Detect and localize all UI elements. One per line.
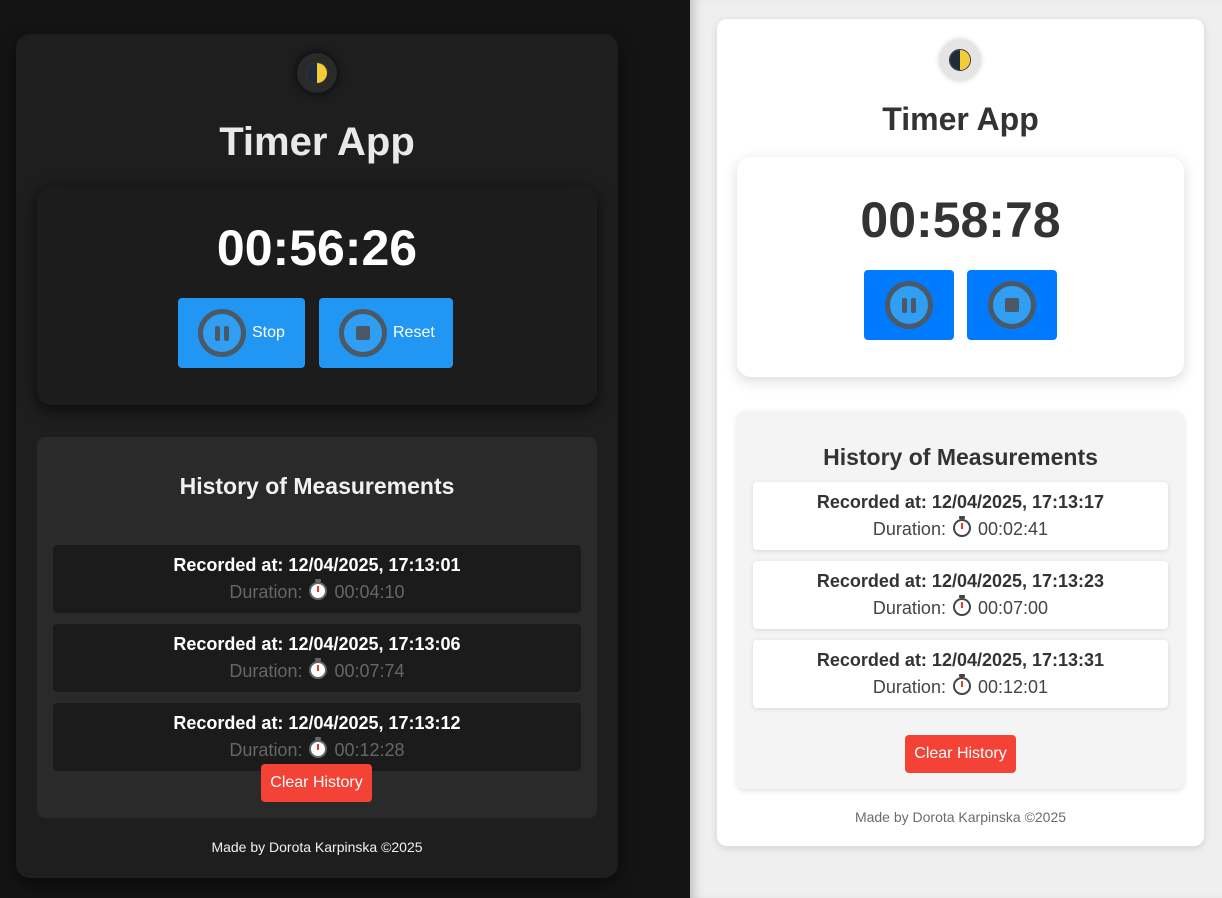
stopwatch-icon — [309, 579, 328, 600]
history-title: History of Measurements — [179, 473, 455, 499]
history-title: History of Measurements — [823, 444, 1098, 470]
moon-half-icon — [306, 62, 328, 84]
recorded-at: Recorded at: 12/04/2025, 17:13:01 — [173, 555, 461, 575]
light-theme-preview: Timer App 00:58:78 History of Measuremen… — [690, 0, 1222, 898]
stopwatch-icon — [952, 674, 971, 695]
footer-credit: Made by Dorota Karpinska ©2025 — [211, 839, 423, 855]
stop-square-icon — [339, 309, 387, 357]
history-entry: Recorded at: 12/04/2025, 17:13:06 Durati… — [53, 624, 581, 692]
theme-toggle-button[interactable] — [940, 40, 980, 80]
pause-button[interactable] — [864, 270, 954, 340]
app-card-dark: Timer App 00:56:26 Stop Reset History of… — [16, 34, 618, 878]
stopwatch-icon — [309, 658, 328, 679]
history-panel: History of Measurements Recorded at: 12/… — [737, 411, 1184, 789]
duration: Duration: 00:07:74 — [229, 658, 405, 681]
duration: Duration: 00:04:10 — [229, 579, 405, 602]
history-entry: Recorded at: 12/04/2025, 17:13:17 Durati… — [753, 482, 1168, 550]
app-title: Timer App — [882, 101, 1039, 137]
history-entry: Recorded at: 12/04/2025, 17:13:12 Durati… — [53, 703, 581, 771]
stopwatch-icon — [952, 595, 971, 616]
duration: Duration: 00:12:01 — [872, 674, 1049, 697]
history-entry: Recorded at: 12/04/2025, 17:13:31 Durati… — [753, 640, 1168, 708]
pause-icon — [885, 281, 933, 329]
history-entry: Recorded at: 12/04/2025, 17:13:01 Durati… — [53, 545, 581, 613]
stop-button[interactable] — [967, 270, 1057, 340]
timer-display: 00:56:26 — [216, 220, 418, 276]
recorded-at: Recorded at: 12/04/2025, 17:13:17 — [816, 492, 1105, 512]
theme-toggle-button[interactable] — [297, 53, 337, 93]
moon-half-icon — [949, 49, 971, 71]
history-entry: Recorded at: 12/04/2025, 17:13:23 Durati… — [753, 561, 1168, 629]
app-title: Timer App — [219, 120, 415, 164]
duration: Duration: 00:12:28 — [229, 737, 405, 760]
clear-history-button[interactable]: Clear History — [261, 764, 372, 802]
timer-panel: 00:56:26 Stop Reset — [37, 187, 597, 405]
app-card-light: Timer App 00:58:78 History of Measuremen… — [717, 19, 1204, 846]
recorded-at: Recorded at: 12/04/2025, 17:13:23 — [816, 571, 1105, 591]
clear-history-button[interactable]: Clear History — [905, 735, 1016, 773]
timer-panel: 00:58:78 — [737, 157, 1184, 377]
stopwatch-icon — [952, 516, 971, 537]
stop-button[interactable]: Stop — [178, 298, 305, 368]
recorded-at: Recorded at: 12/04/2025, 17:13:06 — [173, 634, 461, 654]
stopwatch-icon — [309, 737, 328, 758]
pause-icon — [198, 309, 246, 357]
timer-display: 00:58:78 — [860, 192, 1061, 248]
recorded-at: Recorded at: 12/04/2025, 17:13:12 — [173, 713, 461, 733]
stop-button-label: Stop — [252, 324, 285, 341]
footer-credit: Made by Dorota Karpinska ©2025 — [854, 809, 1067, 825]
reset-button[interactable]: Reset — [319, 298, 453, 368]
reset-button-label: Reset — [393, 324, 435, 341]
recorded-at: Recorded at: 12/04/2025, 17:13:31 — [816, 650, 1105, 670]
dark-theme-preview: Timer App 00:56:26 Stop Reset History of… — [0, 0, 690, 898]
history-panel: History of Measurements Recorded at: 12/… — [37, 437, 597, 818]
duration: Duration: 00:07:00 — [872, 595, 1049, 618]
stop-square-icon — [988, 281, 1036, 329]
duration: Duration: 00:02:41 — [872, 516, 1049, 539]
